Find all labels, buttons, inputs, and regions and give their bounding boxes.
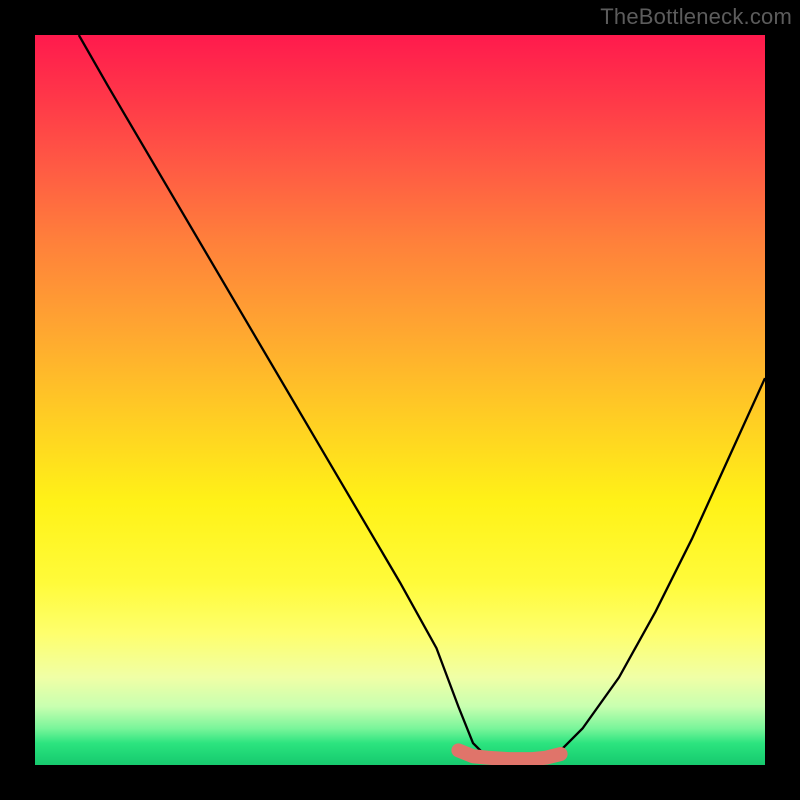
curve-line — [79, 35, 765, 761]
plot-area — [35, 35, 765, 765]
watermark-text: TheBottleneck.com — [600, 4, 792, 30]
sweet-spot-line — [458, 750, 560, 759]
chart-svg — [35, 35, 765, 765]
chart-frame: TheBottleneck.com — [0, 0, 800, 800]
